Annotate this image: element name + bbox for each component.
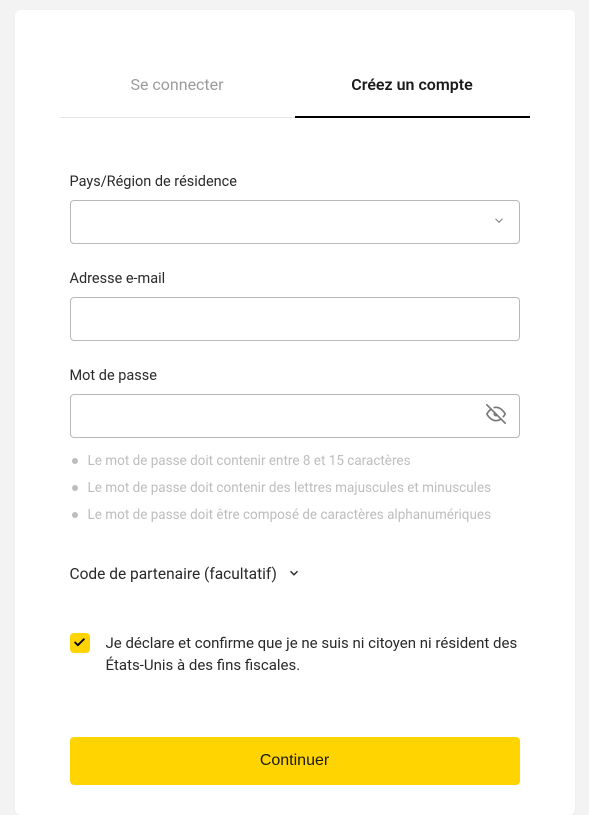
email-label: Adresse e-mail	[70, 270, 520, 287]
password-field-group: Mot de passe Le mot de passe doit conten…	[70, 367, 520, 525]
email-input[interactable]	[70, 297, 520, 341]
declaration-row: Je déclare et confirme que je ne suis ni…	[70, 632, 520, 677]
toggle-password-visibility-icon[interactable]	[486, 404, 506, 428]
auth-tabs: Se connecter Créez un compte	[60, 10, 530, 118]
password-hint: Le mot de passe doit être composé de car…	[70, 506, 520, 525]
declaration-text: Je déclare et confirme que je ne suis ni…	[106, 632, 520, 677]
signup-card: Se connecter Créez un compte Pays/Région…	[15, 10, 575, 815]
chevron-down-icon	[287, 565, 301, 584]
password-hint: Le mot de passe doit contenir des lettre…	[70, 479, 520, 498]
tab-signup[interactable]: Créez un compte	[295, 65, 530, 118]
country-label: Pays/Région de résidence	[70, 173, 520, 190]
country-select-wrap	[70, 200, 520, 244]
partner-code-label: Code de partenaire (facultatif)	[70, 565, 277, 583]
password-hint: Le mot de passe doit contenir entre 8 et…	[70, 452, 520, 471]
country-select[interactable]	[70, 200, 520, 244]
password-label: Mot de passe	[70, 367, 520, 384]
password-hints: Le mot de passe doit contenir entre 8 et…	[70, 452, 520, 525]
country-field-group: Pays/Région de résidence	[70, 173, 520, 244]
password-input[interactable]	[70, 394, 520, 438]
continue-button[interactable]: Continuer	[70, 737, 520, 785]
tab-login[interactable]: Se connecter	[60, 65, 295, 118]
signup-form: Pays/Région de résidence Adresse e-mail …	[70, 173, 520, 785]
email-field-group: Adresse e-mail	[70, 270, 520, 341]
partner-code-toggle[interactable]: Code de partenaire (facultatif)	[70, 565, 520, 584]
declaration-checkbox[interactable]	[70, 633, 90, 653]
